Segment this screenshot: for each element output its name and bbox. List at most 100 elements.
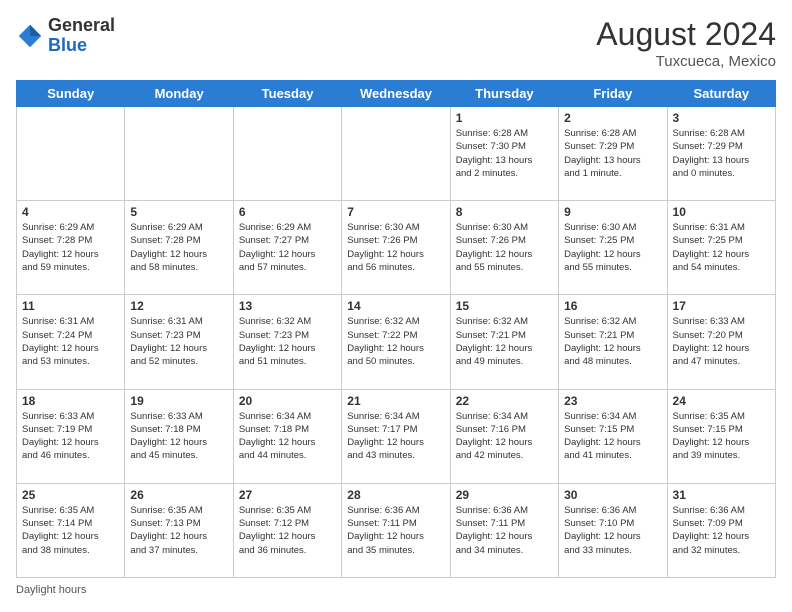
title-block: August 2024 Tuxcueca, Mexico [596, 16, 776, 70]
day-info: Sunrise: 6:36 AMSunset: 7:11 PMDaylight:… [456, 504, 553, 557]
calendar-week-2: 4Sunrise: 6:29 AMSunset: 7:28 PMDaylight… [17, 201, 776, 295]
calendar-week-3: 11Sunrise: 6:31 AMSunset: 7:24 PMDayligh… [17, 295, 776, 389]
day-info: Sunrise: 6:36 AMSunset: 7:09 PMDaylight:… [673, 504, 770, 557]
calendar-cell: 17 Sunrise: 6:33 AMSunset: 7:20 PMDayligh… [667, 295, 775, 389]
calendar-cell: 25Sunrise: 6:35 AMSunset: 7:14 PMDayligh… [17, 483, 125, 577]
calendar-week-5: 25Sunrise: 6:35 AMSunset: 7:14 PMDayligh… [17, 483, 776, 577]
day-info: Sunrise: 6:33 AMSunset: 7:19 PMDaylight:… [22, 410, 119, 463]
day-header-monday: Monday [125, 81, 233, 107]
calendar-cell: 2Sunrise: 6:28 AMSunset: 7:29 PMDaylight… [559, 107, 667, 201]
location: Tuxcueca, Mexico [596, 53, 776, 70]
day-info: Sunrise: 6:30 AMSunset: 7:26 PMDaylight:… [347, 221, 444, 274]
day-number: 3 [673, 111, 770, 125]
generalblue-logo-icon [16, 22, 44, 50]
day-number: 12 [130, 299, 227, 313]
calendar-cell: 11Sunrise: 6:31 AMSunset: 7:24 PMDayligh… [17, 295, 125, 389]
calendar-cell: 28 Sunrise: 6:36 AMSunset: 7:11 PMDayligh… [342, 483, 450, 577]
day-number: 30 [564, 488, 661, 502]
day-number: 24 [673, 394, 770, 408]
day-number: 25 [22, 488, 119, 502]
calendar-cell [342, 107, 450, 201]
calendar-cell: 18 Sunrise: 6:33 AMSunset: 7:19 PMDayligh… [17, 389, 125, 483]
day-number: 22 [456, 394, 553, 408]
calendar-week-4: 18 Sunrise: 6:33 AMSunset: 7:19 PMDayligh… [17, 389, 776, 483]
logo-general: General [48, 15, 115, 35]
day-info: Sunrise: 6:34 AMSunset: 7:17 PMDaylight:… [347, 410, 444, 463]
calendar-cell: 3 Sunrise: 6:28 AMSunset: 7:29 PMDaylight… [667, 107, 775, 201]
day-number: 5 [130, 205, 227, 219]
calendar-table: SundayMondayTuesdayWednesdayThursdayFrid… [16, 80, 776, 578]
day-info: Sunrise: 6:28 AMSunset: 7:30 PMDaylight:… [456, 127, 553, 180]
day-info: Sunrise: 6:34 AMSunset: 7:16 PMDaylight:… [456, 410, 553, 463]
day-number: 26 [130, 488, 227, 502]
calendar-week-1: 1 Sunrise: 6:28 AMSunset: 7:30 PMDaylight… [17, 107, 776, 201]
day-number: 18 [22, 394, 119, 408]
day-number: 13 [239, 299, 336, 313]
day-info: Sunrise: 6:33 AMSunset: 7:20 PMDaylight:… [673, 315, 770, 368]
day-number: 19 [130, 394, 227, 408]
month-title: August 2024 [596, 16, 776, 53]
day-header-tuesday: Tuesday [233, 81, 341, 107]
day-info: Sunrise: 6:30 AMSunset: 7:26 PMDaylight:… [456, 221, 553, 274]
calendar-cell: 23Sunrise: 6:34 AMSunset: 7:15 PMDayligh… [559, 389, 667, 483]
day-info: Sunrise: 6:28 AMSunset: 7:29 PMDaylight:… [673, 127, 770, 180]
day-number: 31 [673, 488, 770, 502]
day-number: 14 [347, 299, 444, 313]
day-info: Sunrise: 6:34 AMSunset: 7:18 PMDaylight:… [239, 410, 336, 463]
day-number: 2 [564, 111, 661, 125]
day-info: Sunrise: 6:31 AMSunset: 7:25 PMDaylight:… [673, 221, 770, 274]
day-number: 15 [456, 299, 553, 313]
logo: General Blue [16, 16, 115, 56]
day-number: 8 [456, 205, 553, 219]
calendar-cell: 16Sunrise: 6:32 AMSunset: 7:21 PMDayligh… [559, 295, 667, 389]
day-info: Sunrise: 6:34 AMSunset: 7:15 PMDaylight:… [564, 410, 661, 463]
day-number: 17 [673, 299, 770, 313]
calendar-cell: 5 Sunrise: 6:29 AMSunset: 7:28 PMDaylight… [125, 201, 233, 295]
calendar-cell: 12 Sunrise: 6:31 AMSunset: 7:23 PMDayligh… [125, 295, 233, 389]
footer: Daylight hours [16, 584, 776, 596]
day-info: Sunrise: 6:30 AMSunset: 7:25 PMDaylight:… [564, 221, 661, 274]
day-info: Sunrise: 6:33 AMSunset: 7:18 PMDaylight:… [130, 410, 227, 463]
day-number: 7 [347, 205, 444, 219]
day-header-thursday: Thursday [450, 81, 558, 107]
calendar-cell: 30 Sunrise: 6:36 AMSunset: 7:10 PMDayligh… [559, 483, 667, 577]
day-info: Sunrise: 6:32 AMSunset: 7:22 PMDaylight:… [347, 315, 444, 368]
calendar-cell: 9 Sunrise: 6:30 AMSunset: 7:25 PMDaylight… [559, 201, 667, 295]
day-info: Sunrise: 6:35 AMSunset: 7:12 PMDaylight:… [239, 504, 336, 557]
day-header-saturday: Saturday [667, 81, 775, 107]
day-info: Sunrise: 6:35 AMSunset: 7:15 PMDaylight:… [673, 410, 770, 463]
calendar-cell [233, 107, 341, 201]
day-info: Sunrise: 6:36 AMSunset: 7:10 PMDaylight:… [564, 504, 661, 557]
calendar-cell: 27Sunrise: 6:35 AMSunset: 7:12 PMDayligh… [233, 483, 341, 577]
calendar-cell: 24 Sunrise: 6:35 AMSunset: 7:15 PMDayligh… [667, 389, 775, 483]
day-info: Sunrise: 6:29 AMSunset: 7:28 PMDaylight:… [22, 221, 119, 274]
day-number: 1 [456, 111, 553, 125]
page: General Blue August 2024 Tuxcueca, Mexic… [0, 0, 792, 612]
calendar-cell: 19 Sunrise: 6:33 AMSunset: 7:18 PMDayligh… [125, 389, 233, 483]
day-number: 6 [239, 205, 336, 219]
logo-blue: Blue [48, 35, 87, 55]
day-number: 20 [239, 394, 336, 408]
calendar-cell: 1 Sunrise: 6:28 AMSunset: 7:30 PMDaylight… [450, 107, 558, 201]
day-info: Sunrise: 6:29 AMSunset: 7:28 PMDaylight:… [130, 221, 227, 274]
calendar-cell: 29Sunrise: 6:36 AMSunset: 7:11 PMDayligh… [450, 483, 558, 577]
day-number: 28 [347, 488, 444, 502]
day-info: Sunrise: 6:35 AMSunset: 7:13 PMDaylight:… [130, 504, 227, 557]
day-info: Sunrise: 6:36 AMSunset: 7:11 PMDaylight:… [347, 504, 444, 557]
day-number: 11 [22, 299, 119, 313]
logo-text: General Blue [48, 16, 115, 56]
day-info: Sunrise: 6:32 AMSunset: 7:21 PMDaylight:… [456, 315, 553, 368]
day-info: Sunrise: 6:29 AMSunset: 7:27 PMDaylight:… [239, 221, 336, 274]
calendar-cell: 7 Sunrise: 6:30 AMSunset: 7:26 PMDaylight… [342, 201, 450, 295]
day-number: 16 [564, 299, 661, 313]
calendar-cell: 8 Sunrise: 6:30 AMSunset: 7:26 PMDaylight… [450, 201, 558, 295]
day-header-wednesday: Wednesday [342, 81, 450, 107]
daylight-hours-label: Daylight hours [16, 584, 86, 596]
day-info: Sunrise: 6:31 AMSunset: 7:23 PMDaylight:… [130, 315, 227, 368]
day-number: 9 [564, 205, 661, 219]
calendar-cell: 10Sunrise: 6:31 AMSunset: 7:25 PMDayligh… [667, 201, 775, 295]
calendar-cell: 26 Sunrise: 6:35 AMSunset: 7:13 PMDayligh… [125, 483, 233, 577]
calendar-cell [17, 107, 125, 201]
calendar-header-row: SundayMondayTuesdayWednesdayThursdayFrid… [17, 81, 776, 107]
calendar-cell: 21Sunrise: 6:34 AMSunset: 7:17 PMDayligh… [342, 389, 450, 483]
